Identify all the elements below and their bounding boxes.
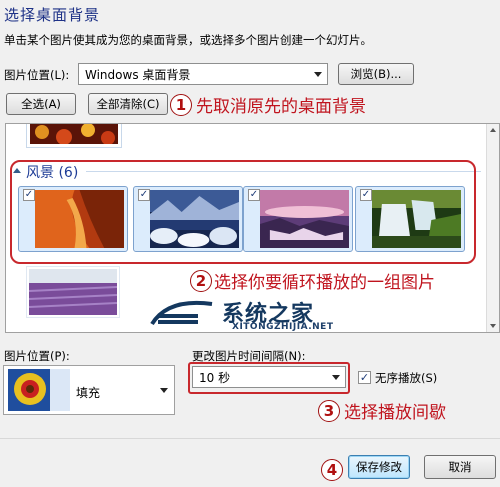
page-title: 选择桌面背景 <box>4 6 101 24</box>
annotation-4-badge: 4 <box>321 459 343 481</box>
cancel-button[interactable]: 取消 <box>424 455 496 479</box>
picture-position-label: 图片位置(P): <box>4 349 70 363</box>
interval-highlight <box>188 362 350 394</box>
annotation-3-badge: 3 <box>318 400 340 422</box>
select-all-button[interactable]: 全选(A) <box>6 93 76 115</box>
picture-location-dropdown[interactable]: Windows 桌面背景 <box>78 63 328 85</box>
xitongzhijia-logo-icon <box>150 300 213 326</box>
chevron-down-icon <box>160 388 168 393</box>
scroll-down-icon[interactable] <box>490 324 496 328</box>
gallery-scrollbar[interactable] <box>486 124 499 332</box>
clear-all-button[interactable]: 全部清除(C) <box>88 93 168 115</box>
picture-position-value: 填充 <box>76 386 101 400</box>
picture-position-dropdown[interactable]: 填充 <box>3 365 175 415</box>
landscape-group-highlight <box>10 160 476 264</box>
shuffle-checkbox[interactable]: ✓ <box>358 371 371 384</box>
fill-preview-image <box>8 369 70 411</box>
previous-group-thumbnail[interactable] <box>26 124 122 148</box>
page-subtitle: 单击某个图片使其成为您的桌面背景，或选择多个图片创建一个幻灯片。 <box>4 33 372 47</box>
footer-divider <box>0 438 500 439</box>
chevron-down-icon <box>314 72 322 77</box>
picture-location-value: Windows 桌面背景 <box>85 67 191 82</box>
annotation-1-badge: 1 <box>170 94 192 116</box>
picture-location-label: 图片位置(L): <box>4 68 70 82</box>
annotation-2-text: 选择你要循环播放的一组图片 <box>214 273 435 293</box>
browse-button[interactable]: 浏览(B)... <box>338 63 414 85</box>
lavender-field-image <box>28 269 118 315</box>
save-changes-button[interactable]: 保存修改 <box>348 455 410 479</box>
annotation-2-badge: 2 <box>190 270 212 292</box>
flowers-image <box>30 124 118 145</box>
annotation-1-text: 先取消原先的桌面背景 <box>196 97 366 117</box>
watermark-url: XITONGZHIJIA.NET <box>232 322 334 332</box>
shuffle-label: 无序播放(S) <box>375 371 438 385</box>
next-group-thumbnail[interactable] <box>26 266 120 318</box>
annotation-3-text: 选择播放间歇 <box>344 403 446 423</box>
scroll-up-icon[interactable] <box>490 128 496 132</box>
